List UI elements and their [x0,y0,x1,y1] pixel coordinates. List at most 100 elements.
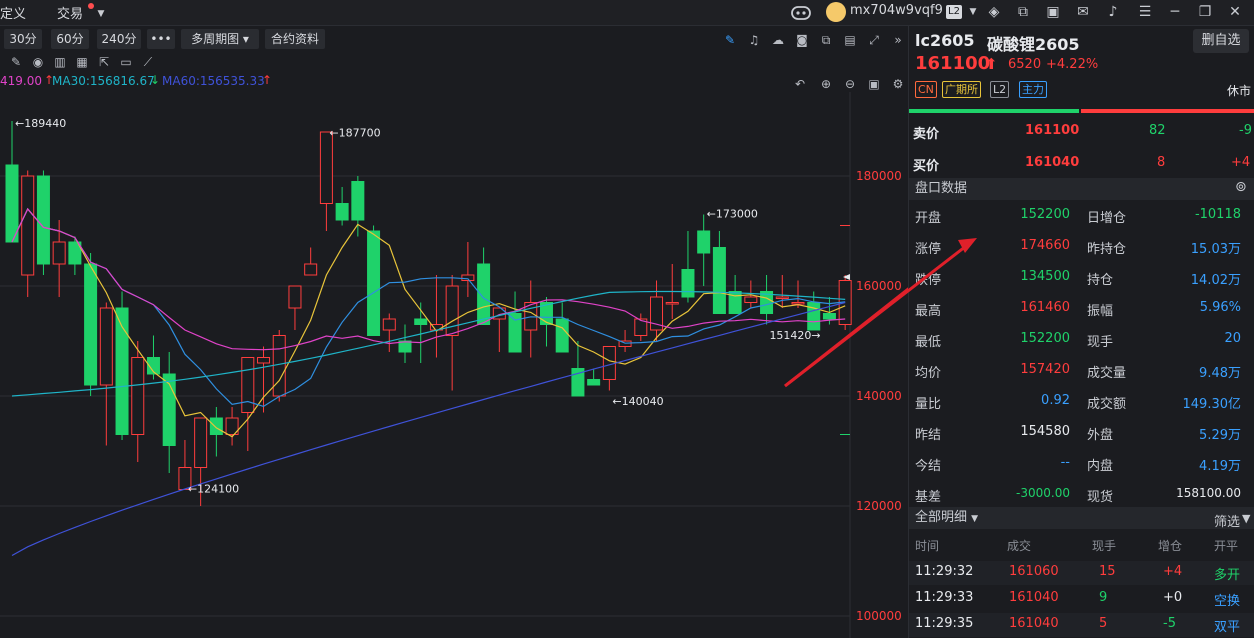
gear-icon[interactable]: ⚙ [890,76,906,92]
quote-label: 日增仓 [1087,211,1127,226]
bid-price: 161040 [1025,155,1080,170]
quote-label: 基差 [915,490,942,505]
candle-down [555,318,569,353]
quote-label: 昨结 [915,428,942,443]
bell-icon[interactable]: ♪ [1104,3,1122,21]
filter-button[interactable]: 筛选 [1214,511,1240,530]
period-30min-button[interactable]: 30分 [4,29,42,49]
undo-icon[interactable]: ↶ [792,76,808,92]
candle-down [697,230,711,254]
menu-trade[interactable]: 交易 [57,3,83,22]
quote-value: 4.19万 [1199,459,1241,474]
quote-value: 5.96% [1199,300,1241,315]
expand-right-icon[interactable]: » [890,32,906,48]
remove-watchlist-button[interactable]: 删自选 [1193,29,1249,53]
quote-data-header[interactable]: 盘口数据 [909,178,1254,200]
comment-icon[interactable]: ▭ [118,54,134,70]
copy-icon[interactable]: ⧉ [818,32,834,48]
price-annotation: 151420→ [769,329,820,342]
filter-icon[interactable]: ▼ [1242,512,1250,525]
menu-icon[interactable]: ☰ [1136,3,1154,21]
candle-up [21,175,35,276]
y-tick-label: 120000 [856,499,902,513]
bid-change: +4 [1231,155,1251,170]
username[interactable]: mx704w9vqf9 [850,3,943,18]
candle-down [335,203,349,221]
quote-data-title: 盘口数据 [915,181,968,196]
menu-trade-dropdown-icon[interactable]: ▼ [92,5,110,23]
candle-up [382,318,396,331]
trash-icon[interactable]: ▥ [52,54,68,70]
price-change: 6520 [1008,57,1042,72]
candle-down [36,175,50,265]
chart-toolbar: 30分 60分 240分 ••• 多周期图 ▾ 合约资料 ✎ ♫ ☁ ◙ ⧉ ▤… [0,26,908,52]
cloud-icon[interactable]: ☁ [770,32,786,48]
quote-label: 外盘 [1087,428,1114,443]
detail-dropdown-icon[interactable]: ▼ [971,514,978,524]
quote-label: 振幅 [1087,304,1114,319]
video-icon[interactable]: ▣ [1044,3,1062,21]
candle-up [791,302,805,305]
contract-info-button[interactable]: 合约资料 [265,29,325,49]
quote-label: 涨停 [915,242,942,257]
y-tick-label: 100000 [856,609,902,623]
detail-price: 161040 [1009,616,1059,631]
layers-icon[interactable]: ◈ [985,3,1003,21]
robot-icon[interactable] [790,3,812,21]
detail-column-header: 开平 [1214,539,1239,553]
detail-header[interactable]: 全部明细 ▼ [909,507,1254,529]
detail-column-header: 现手 [1092,539,1117,553]
camera-icon[interactable]: ◙ [794,32,810,48]
fullscreen-icon[interactable]: ⤢ [866,32,882,48]
ask-change: -9 [1239,123,1252,138]
pencil-icon[interactable]: ✎ [8,54,24,70]
close-icon[interactable]: ✕ [1226,3,1244,21]
candle-down [681,269,695,298]
candle-down [209,417,223,435]
detail-open-close: 多开 [1214,568,1241,583]
period-60min-button[interactable]: 60分 [51,29,89,49]
avatar[interactable] [826,2,846,22]
candle-down [367,230,381,336]
current-price-marker [843,273,850,280]
export-icon[interactable]: ⇱ [96,54,112,70]
quote-value: 5.29万 [1199,428,1241,443]
draw-pen-icon[interactable]: ✎ [722,32,738,48]
candle-down [712,247,726,314]
minimize-icon[interactable]: ─ [1166,3,1184,21]
quote-settings-icon[interactable]: ⊚ [1235,179,1247,195]
user-dropdown-icon[interactable]: ▼ [964,3,982,21]
quote-value: 9.48万 [1199,366,1241,381]
candlestick-chart[interactable]: 180000 160000 140000 120000 100000 ←189440 ←18… [0,92,908,638]
y-tick-label: 160000 [856,279,902,293]
quote-value: -3000.00 [1016,486,1070,500]
zoom-in-icon[interactable]: ⊕ [818,76,834,92]
detail-time: 11:29:35 [915,616,974,631]
eye-icon[interactable]: ◉ [30,54,46,70]
chart-settings-box-icon[interactable]: ▣ [866,76,882,92]
alert-bell-icon[interactable]: ♫ [746,32,762,48]
price-annotation: ←187700 [329,127,380,140]
ruler-icon[interactable]: ⟋ [140,54,156,70]
zoom-out-icon[interactable]: ⊖ [842,76,858,92]
mail-icon[interactable]: ✉ [1074,3,1092,21]
more-periods-button[interactable]: ••• [147,29,175,49]
ask-price: 161100 [1025,123,1080,138]
multi-period-dropdown[interactable]: 多周期图 ▾ [181,29,259,49]
price-annotation: ←189440 [15,117,66,130]
detail-column-header: 成交 [1007,539,1032,553]
window-switch-icon[interactable]: ⧉ [1014,3,1032,21]
restore-icon[interactable]: ❐ [1196,3,1214,21]
menu-custom[interactable]: 定义 [0,3,26,22]
detail-volume: 9 [1099,590,1108,605]
detail-column-header: 增仓 [1158,539,1183,553]
quote-label: 成交量 [1087,366,1127,381]
period-240min-button[interactable]: 240分 [97,29,141,49]
ma60-value: MA60:156535.33 [162,74,265,88]
candle-down [414,318,428,325]
quote-label: 跌停 [915,273,942,288]
screen-icon[interactable]: ▤ [842,32,858,48]
candle-up [288,285,302,309]
level-badge: L2 [946,5,962,19]
grid-icon[interactable]: ▦ [74,54,90,70]
